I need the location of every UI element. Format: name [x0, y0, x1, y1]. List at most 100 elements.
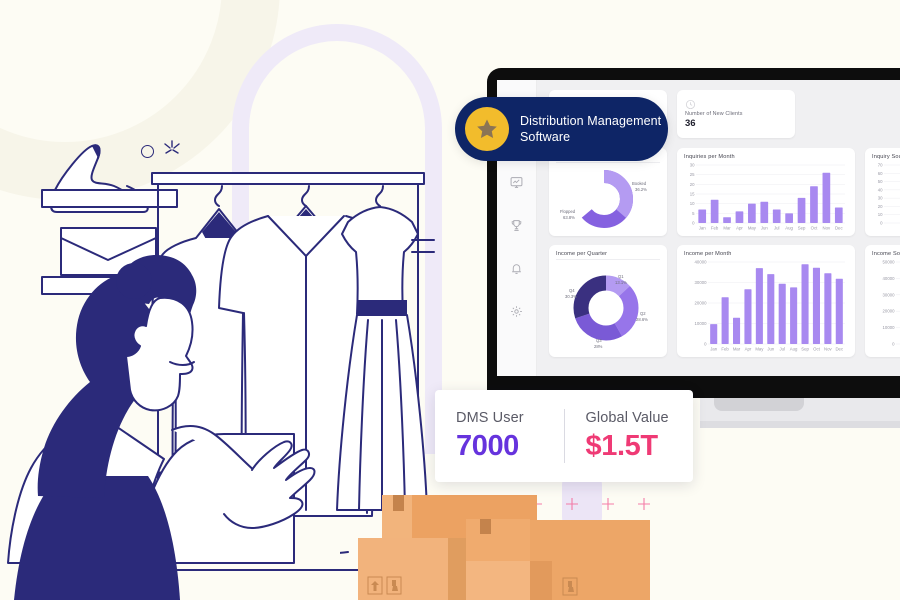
monitor-stand-base [700, 421, 900, 428]
chart-title: Income Source pe [872, 251, 900, 257]
svg-text:0: 0 [880, 221, 883, 226]
monitor-stand-neck [714, 398, 804, 411]
stat-caption: Global Value [585, 409, 669, 426]
svg-text:40: 40 [878, 187, 883, 192]
motion-lines [340, 551, 349, 554]
svg-text:Jun: Jun [767, 347, 775, 352]
svg-text:30: 30 [878, 196, 883, 201]
star-icon [477, 119, 497, 138]
stacked-bar-chart-income-source: 01000020000300004000050000JanFeb [883, 260, 900, 347]
svg-text:30000: 30000 [695, 280, 708, 285]
stat-value: $1.5T [585, 429, 659, 462]
badge-title-line1: Distribution Management [520, 114, 662, 128]
slice-value-booked: 36.2% [635, 187, 647, 192]
cardboard-box-front-left [358, 538, 466, 600]
svg-text:60: 60 [878, 171, 883, 176]
chart-card-inquiry-source-breakdown[interactable]: Inquiry Source Bre 010203040506070Web [865, 148, 900, 236]
svg-text:0: 0 [704, 342, 707, 347]
slice-value-q4: 30.3% [565, 294, 577, 299]
divider [556, 259, 660, 260]
slice-value-q3: 28% [594, 344, 603, 349]
kpi-card-number-of-new-clients[interactable]: Number of New Clients 36 [677, 90, 795, 138]
svg-text:May: May [748, 226, 757, 231]
svg-text:Apr: Apr [745, 347, 752, 352]
svg-text:30000: 30000 [883, 292, 896, 297]
chart-title: Income per Quarter [556, 251, 608, 257]
slice-value-q2: 28.6% [636, 317, 648, 322]
bell-icon [512, 264, 521, 274]
product-badge[interactable]: Distribution Management Software [455, 97, 668, 161]
chart-card-inquiry-breakdown[interactable]: Inquiry Breakdown Booked 36.2% Flopped 6… [549, 148, 667, 236]
svg-text:Nov: Nov [823, 226, 831, 231]
svg-text:15: 15 [690, 192, 695, 197]
sidebar-item-achievements[interactable] [510, 219, 523, 232]
svg-text:Dec: Dec [835, 347, 843, 352]
badge-title-line2: Software [520, 130, 571, 144]
svg-text:30: 30 [690, 163, 695, 168]
trophy-icon [511, 220, 522, 231]
monitor-dashboard-icon [510, 177, 523, 188]
donut-chart-income-per-quarter: Q1 13.1% Q2 28.6% Q3 28% Q4 30.3% [565, 274, 648, 349]
chart-card-inquiries-per-month[interactable]: Inquiries per Month 0 5 10 15 20 25 30 Jan Feb Ma… [677, 148, 855, 236]
chart-card-income-per-month[interactable]: Income per Month 0 10000 20000 30000 40000 Ja… [677, 245, 855, 357]
poster-canvas: Inquiry Success Rate 36.2% Number of New… [0, 0, 900, 600]
chart-row-top: Inquiry Breakdown Booked 36.2% Flopped 6… [549, 148, 900, 236]
slice-label-booked: Booked [632, 181, 647, 186]
svg-text:40000: 40000 [695, 260, 708, 265]
svg-text:Nov: Nov [824, 347, 832, 352]
svg-text:0: 0 [892, 342, 895, 347]
bar-chart-income-per-month: 0 10000 20000 30000 40000 Jan Feb Mar Apr May Jun J… [695, 260, 845, 352]
svg-text:5: 5 [692, 211, 695, 216]
sidebar-item-notifications[interactable] [510, 262, 523, 275]
sidebar-item-settings[interactable] [510, 305, 523, 318]
svg-text:20: 20 [878, 204, 883, 209]
svg-text:50000: 50000 [883, 260, 896, 265]
bar-chart-inquiries-per-month: 0 5 10 15 20 25 30 Jan Feb Mar Apr May Jun Jul Aug Sep O… [690, 163, 845, 231]
clock-icon [685, 97, 787, 110]
cardboard-boxes [340, 495, 650, 600]
slice-label-q1: Q1 [618, 274, 624, 279]
svg-text:25: 25 [690, 172, 695, 177]
chart-title: Income per Month [684, 251, 732, 257]
svg-text:Dec: Dec [835, 226, 843, 231]
svg-text:Mar: Mar [723, 226, 731, 231]
svg-text:Sep: Sep [798, 226, 806, 231]
svg-text:10: 10 [690, 201, 695, 206]
chart-card-income-source-per[interactable]: Income Source pe 0 10000 20000 30000 40000 50… [865, 245, 900, 357]
svg-text:May: May [755, 347, 764, 352]
svg-text:10000: 10000 [695, 321, 708, 326]
sidebar-item-dashboard[interactable] [510, 176, 523, 189]
svg-text:20000: 20000 [883, 309, 896, 314]
chart-row-bottom: Income per Quarter Q1 13.1% Q2 28.6% Q3 … [549, 245, 900, 357]
slice-label-flopped: Flopped [560, 209, 576, 214]
bar-chart-inquiry-source-breakdown: 010203040506070Web [878, 163, 900, 226]
kpi-label: Number of New Clients [685, 111, 743, 117]
svg-text:20000: 20000 [695, 301, 708, 306]
svg-text:Sep: Sep [801, 347, 809, 352]
svg-text:Mar: Mar [733, 347, 741, 352]
kpi-value: 36 [685, 118, 696, 129]
slice-label-q4: Q4 [569, 288, 575, 293]
svg-text:0: 0 [692, 221, 695, 226]
stat-dms-user: DMS User 7000 [435, 410, 564, 463]
slice-value-flopped: 63.8% [563, 215, 575, 220]
svg-text:70: 70 [878, 163, 883, 168]
chart-card-income-per-quarter[interactable]: Income per Quarter Q1 13.1% Q2 28.6% Q3 … [549, 245, 667, 357]
slice-label-q2: Q2 [640, 311, 646, 316]
svg-text:Jan: Jan [710, 347, 718, 352]
chart-title: Inquiry Source Bre [872, 154, 900, 160]
slice-value-q1: 13.1% [615, 280, 627, 285]
svg-text:20: 20 [690, 182, 695, 187]
stat-caption: DMS User [456, 409, 524, 426]
svg-text:Jun: Jun [761, 226, 769, 231]
svg-text:50: 50 [878, 179, 883, 184]
chart-title: Inquiries per Month [684, 154, 735, 160]
svg-text:Oct: Oct [813, 347, 820, 352]
svg-text:Oct: Oct [811, 226, 818, 231]
shoe-shelf [41, 189, 178, 208]
svg-text:40000: 40000 [883, 276, 896, 281]
svg-text:Jan: Jan [699, 226, 707, 231]
svg-text:Aug: Aug [785, 226, 793, 231]
divider [556, 162, 660, 163]
slice-label-q3: Q3 [596, 338, 602, 343]
